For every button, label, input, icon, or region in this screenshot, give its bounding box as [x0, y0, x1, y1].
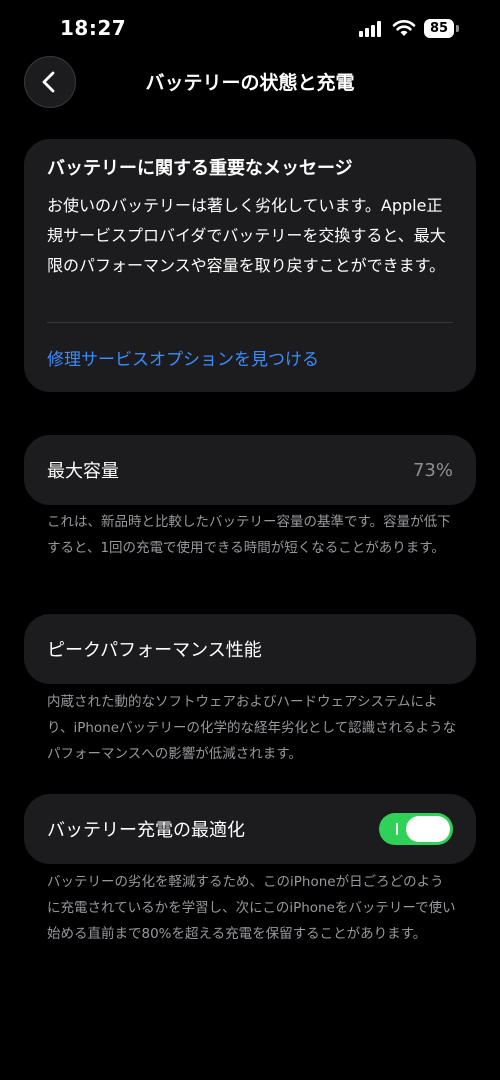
- peak-performance-footnote: 内蔵された動的なソフトウェアおよびハードウェアシステムにより、iPhoneバッテ…: [47, 694, 457, 762]
- status-bar: 18:27 85: [0, 0, 500, 60]
- status-time: 18:27: [60, 16, 127, 40]
- battery-icon: 85: [424, 19, 454, 38]
- optimized-charging-footnote: バッテリーの劣化を軽減するため、このiPhoneが日ごろどのように充電されている…: [47, 874, 456, 942]
- max-capacity-row: 最大容量 73%: [24, 435, 476, 505]
- cellular-signal-icon: [359, 21, 385, 37]
- page-title: バッテリーの状態と充電: [145, 72, 355, 94]
- max-capacity-label: 最大容量: [47, 461, 119, 482]
- message-title: バッテリーに関する重要なメッセージ: [47, 158, 353, 179]
- toggle-knob: [406, 816, 450, 842]
- peak-performance-row: ピークパフォーマンス性能: [24, 614, 476, 684]
- optimized-charging-row: バッテリー充電の最適化: [24, 794, 476, 864]
- message-body: お使いのバッテリーは著しく劣化しています。Apple正規サービスプロバイダでバッ…: [47, 196, 446, 275]
- important-message-card: バッテリーに関する重要なメッセージ お使いのバッテリーは著しく劣化しています。A…: [24, 139, 476, 392]
- wifi-icon: [392, 19, 416, 36]
- optimized-charging-label: バッテリー充電の最適化: [47, 820, 245, 841]
- max-capacity-footnote: これは、新品時と比較したバッテリー容量の基準です。容量が低下すると、1回の充電で…: [47, 514, 451, 556]
- divider: [47, 322, 453, 323]
- find-repair-options-link[interactable]: 修理サービスオプションを見つける: [47, 345, 319, 370]
- max-capacity-value: 73%: [412, 459, 453, 481]
- battery-cap: [456, 25, 459, 32]
- toggle-on-indicator: [396, 823, 398, 835]
- peak-performance-label: ピークパフォーマンス性能: [47, 640, 262, 661]
- optimized-charging-toggle[interactable]: [379, 813, 453, 845]
